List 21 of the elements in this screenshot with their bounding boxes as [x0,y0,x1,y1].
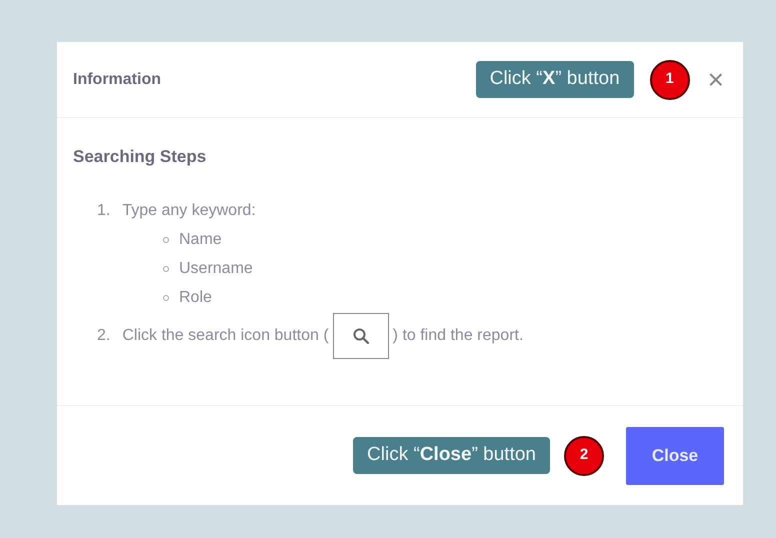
step-text: ) to find the report. [392,326,524,346]
search-icon [352,326,370,344]
bullet-text: Name [179,230,222,250]
list-number: 2. [97,326,110,346]
step-number-badge: 2 [564,436,604,476]
bullet-text: Username [179,259,253,279]
bullet-icon [163,237,169,243]
search-button[interactable] [332,312,389,358]
step-number-badge: 1 [650,60,690,100]
dialog-title: Information [73,70,161,90]
close-button[interactable]: Close [626,426,724,484]
step-text: Type any keyword: [122,200,256,220]
section-title: Searching Steps [73,146,208,168]
instruction-callout: Click “Close” button [353,437,550,474]
close-button[interactable]: × [706,66,726,94]
bullet-icon [163,266,169,272]
step-text: Click the search icon button ( [122,326,329,346]
bullet-text: Role [179,288,212,308]
instruction-callout: Click “X” button [476,61,634,98]
bullet-icon [163,295,169,301]
list-number: 1. [97,200,110,220]
